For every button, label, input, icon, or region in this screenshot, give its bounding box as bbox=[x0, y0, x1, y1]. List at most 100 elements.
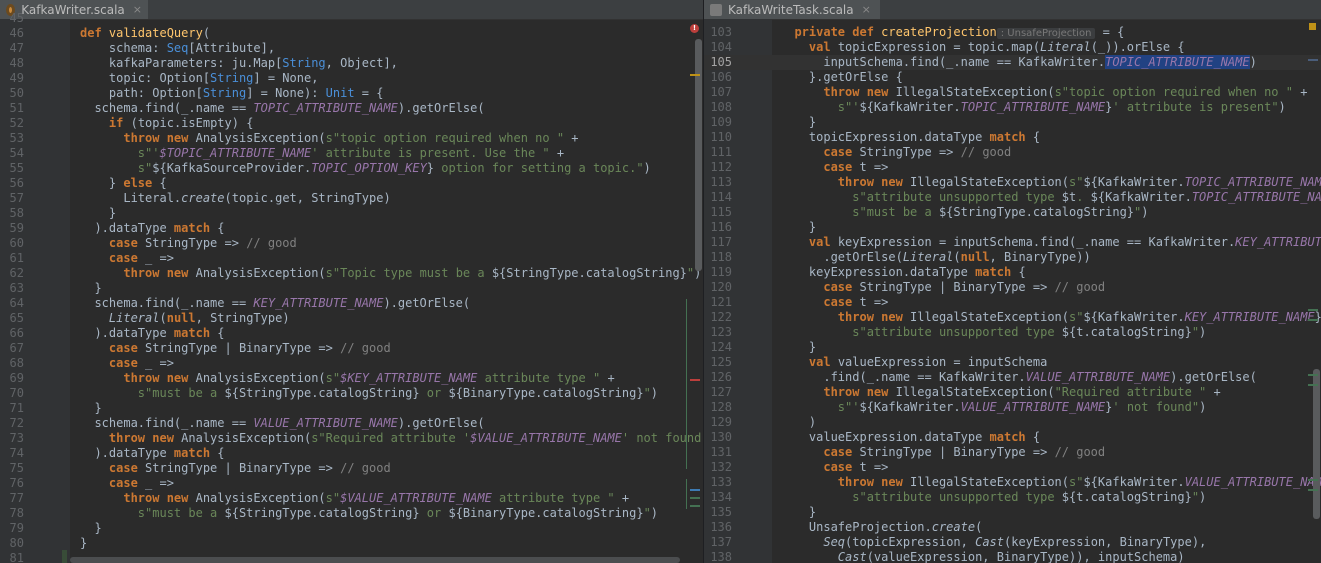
code-line[interactable]: 62 throw new AnalysisException(s"Topic t… bbox=[0, 266, 703, 281]
code-line[interactable]: 66 ).dataType match { bbox=[0, 326, 703, 341]
line-number[interactable]: 74 bbox=[0, 446, 24, 461]
line-number[interactable]: 124 bbox=[704, 340, 732, 355]
code-line[interactable]: 103 private def createProjection: Unsafe… bbox=[704, 25, 1321, 40]
line-number[interactable]: 133 bbox=[704, 475, 732, 490]
change-mark[interactable] bbox=[1308, 479, 1318, 481]
line-number[interactable]: 125 bbox=[704, 355, 732, 370]
code-line[interactable]: 52 if (topic.isEmpty) { bbox=[0, 116, 703, 131]
code-line[interactable]: 77 throw new AnalysisException(s"$VALUE_… bbox=[0, 491, 703, 506]
code-line[interactable]: 132 case t => bbox=[704, 460, 1321, 475]
line-number[interactable]: 45 bbox=[0, 11, 24, 26]
line-number[interactable]: 104 bbox=[704, 40, 732, 55]
code-line[interactable]: 130 valueExpression.dataType match { bbox=[704, 430, 1321, 445]
code-line[interactable]: 107 throw new IllegalStateException(s"to… bbox=[704, 85, 1321, 100]
code-line[interactable]: 110 topicExpression.dataType match { bbox=[704, 130, 1321, 145]
line-number[interactable]: 56 bbox=[0, 176, 24, 191]
code-line[interactable]: 121 case t => bbox=[704, 295, 1321, 310]
line-number[interactable]: 110 bbox=[704, 130, 732, 145]
line-number[interactable]: 50 bbox=[0, 86, 24, 101]
change-mark[interactable] bbox=[1308, 309, 1318, 311]
line-number[interactable]: 105 bbox=[704, 55, 732, 70]
line-number[interactable]: 132 bbox=[704, 460, 732, 475]
code-line[interactable]: 131 case StringType | BinaryType => // g… bbox=[704, 445, 1321, 460]
line-number[interactable]: 103 bbox=[704, 25, 732, 40]
code-line[interactable]: 133 throw new IllegalStateException(s"${… bbox=[704, 475, 1321, 490]
code-line[interactable]: 58 } bbox=[0, 206, 703, 221]
line-number[interactable]: 80 bbox=[0, 536, 24, 551]
line-number[interactable]: 76 bbox=[0, 476, 24, 491]
code-line[interactable]: 118 .getOrElse(Literal(null, BinaryType)… bbox=[704, 250, 1321, 265]
code-line[interactable]: 70 s"must be a ${StringType.catalogStrin… bbox=[0, 386, 703, 401]
code-line[interactable]: 80} bbox=[0, 536, 703, 551]
change-mark[interactable] bbox=[1308, 384, 1318, 386]
code-line[interactable]: 63 } bbox=[0, 281, 703, 296]
line-number[interactable]: 72 bbox=[0, 416, 24, 431]
line-number[interactable]: 67 bbox=[0, 341, 24, 356]
line-number[interactable]: 48 bbox=[0, 56, 24, 71]
line-number[interactable]: 120 bbox=[704, 280, 732, 295]
change-mark[interactable] bbox=[1308, 319, 1318, 321]
line-number[interactable]: 119 bbox=[704, 265, 732, 280]
line-number[interactable]: 111 bbox=[704, 145, 732, 160]
code-line[interactable]: 74 ).dataType match { bbox=[0, 446, 703, 461]
code-line[interactable]: 127 throw new IllegalStateException("Req… bbox=[704, 385, 1321, 400]
code-line[interactable]: 120 case StringType | BinaryType => // g… bbox=[704, 280, 1321, 295]
code-line[interactable]: 67 case StringType | BinaryType => // go… bbox=[0, 341, 703, 356]
line-number[interactable]: 47 bbox=[0, 41, 24, 56]
line-number[interactable]: 131 bbox=[704, 445, 732, 460]
line-number[interactable]: 52 bbox=[0, 116, 24, 131]
code-line[interactable]: 108 s"'${KafkaWriter.TOPIC_ATTRIBUTE_NAM… bbox=[704, 100, 1321, 115]
code-line[interactable]: 78 s"must be a ${StringType.catalogStrin… bbox=[0, 506, 703, 521]
line-number[interactable]: 118 bbox=[704, 250, 732, 265]
line-number[interactable]: 135 bbox=[704, 505, 732, 520]
line-number[interactable]: 117 bbox=[704, 235, 732, 250]
code-editor-right[interactable]: 103 private def createProjection: Unsafe… bbox=[704, 19, 1321, 563]
code-line[interactable]: 57 Literal.create(topic.get, StringType) bbox=[0, 191, 703, 206]
code-line[interactable]: 69 throw new AnalysisException(s"$KEY_AT… bbox=[0, 371, 703, 386]
line-number[interactable]: 134 bbox=[704, 490, 732, 505]
line-number[interactable]: 66 bbox=[0, 326, 24, 341]
code-line[interactable]: 54 s"'$TOPIC_ATTRIBUTE_NAME' attribute i… bbox=[0, 146, 703, 161]
code-line[interactable]: 47 schema: Seq[Attribute], bbox=[0, 41, 703, 56]
code-line[interactable]: 128 s"'${KafkaWriter.VALUE_ATTRIBUTE_NAM… bbox=[704, 400, 1321, 415]
line-number[interactable]: 75 bbox=[0, 461, 24, 476]
warning-mark[interactable] bbox=[690, 74, 700, 76]
code-line[interactable]: 129 ) bbox=[704, 415, 1321, 430]
code-line[interactable]: 55 s"${KafkaSourceProvider.TOPIC_OPTION_… bbox=[0, 161, 703, 176]
line-number[interactable]: 79 bbox=[0, 521, 24, 536]
line-number[interactable]: 122 bbox=[704, 310, 732, 325]
code-line[interactable]: 68 case _ => bbox=[0, 356, 703, 371]
code-line[interactable]: 134 s"attribute unsupported type ${t.cat… bbox=[704, 490, 1321, 505]
code-line[interactable]: 45 bbox=[0, 11, 703, 26]
code-line[interactable]: 109 } bbox=[704, 115, 1321, 130]
line-number[interactable]: 107 bbox=[704, 85, 732, 100]
line-number[interactable]: 55 bbox=[0, 161, 24, 176]
line-number[interactable]: 128 bbox=[704, 400, 732, 415]
code-line[interactable]: 60 case StringType => // good bbox=[0, 236, 703, 251]
code-line[interactable]: 65 Literal(null, StringType) bbox=[0, 311, 703, 326]
code-line[interactable]: 114 s"attribute unsupported type $t. ${K… bbox=[704, 190, 1321, 205]
line-number[interactable]: 68 bbox=[0, 356, 24, 371]
code-line[interactable]: 64 schema.find(_.name == KEY_ATTRIBUTE_N… bbox=[0, 296, 703, 311]
line-number[interactable]: 130 bbox=[704, 430, 732, 445]
code-line[interactable]: 48 kafkaParameters: ju.Map[String, Objec… bbox=[0, 56, 703, 71]
line-number[interactable]: 62 bbox=[0, 266, 24, 281]
warning-indicator-icon[interactable] bbox=[1309, 23, 1316, 30]
line-number[interactable]: 59 bbox=[0, 221, 24, 236]
line-number[interactable]: 115 bbox=[704, 205, 732, 220]
tab-kafkawritetask-scala[interactable]: KafkaWriteTask.scala × bbox=[704, 0, 880, 19]
code-line[interactable]: 49 topic: Option[String] = None, bbox=[0, 71, 703, 86]
code-line[interactable]: 122 throw new IllegalStateException(s"${… bbox=[704, 310, 1321, 325]
code-line[interactable]: 71 } bbox=[0, 401, 703, 416]
code-line[interactable]: 105 inputSchema.find(_.name == KafkaWrit… bbox=[704, 55, 1321, 70]
code-line[interactable]: 138 Cast(valueExpression, BinaryType)), … bbox=[704, 550, 1321, 563]
line-number[interactable]: 69 bbox=[0, 371, 24, 386]
line-number[interactable]: 71 bbox=[0, 401, 24, 416]
code-line[interactable]: 123 s"attribute unsupported type ${t.cat… bbox=[704, 325, 1321, 340]
code-line[interactable]: 46 def validateQuery( bbox=[0, 26, 703, 41]
line-number[interactable]: 65 bbox=[0, 311, 24, 326]
code-line[interactable]: 50 path: Option[String] = None): Unit = … bbox=[0, 86, 703, 101]
code-line[interactable]: 79 } bbox=[0, 521, 703, 536]
line-number[interactable]: 127 bbox=[704, 385, 732, 400]
line-number[interactable]: 129 bbox=[704, 415, 732, 430]
